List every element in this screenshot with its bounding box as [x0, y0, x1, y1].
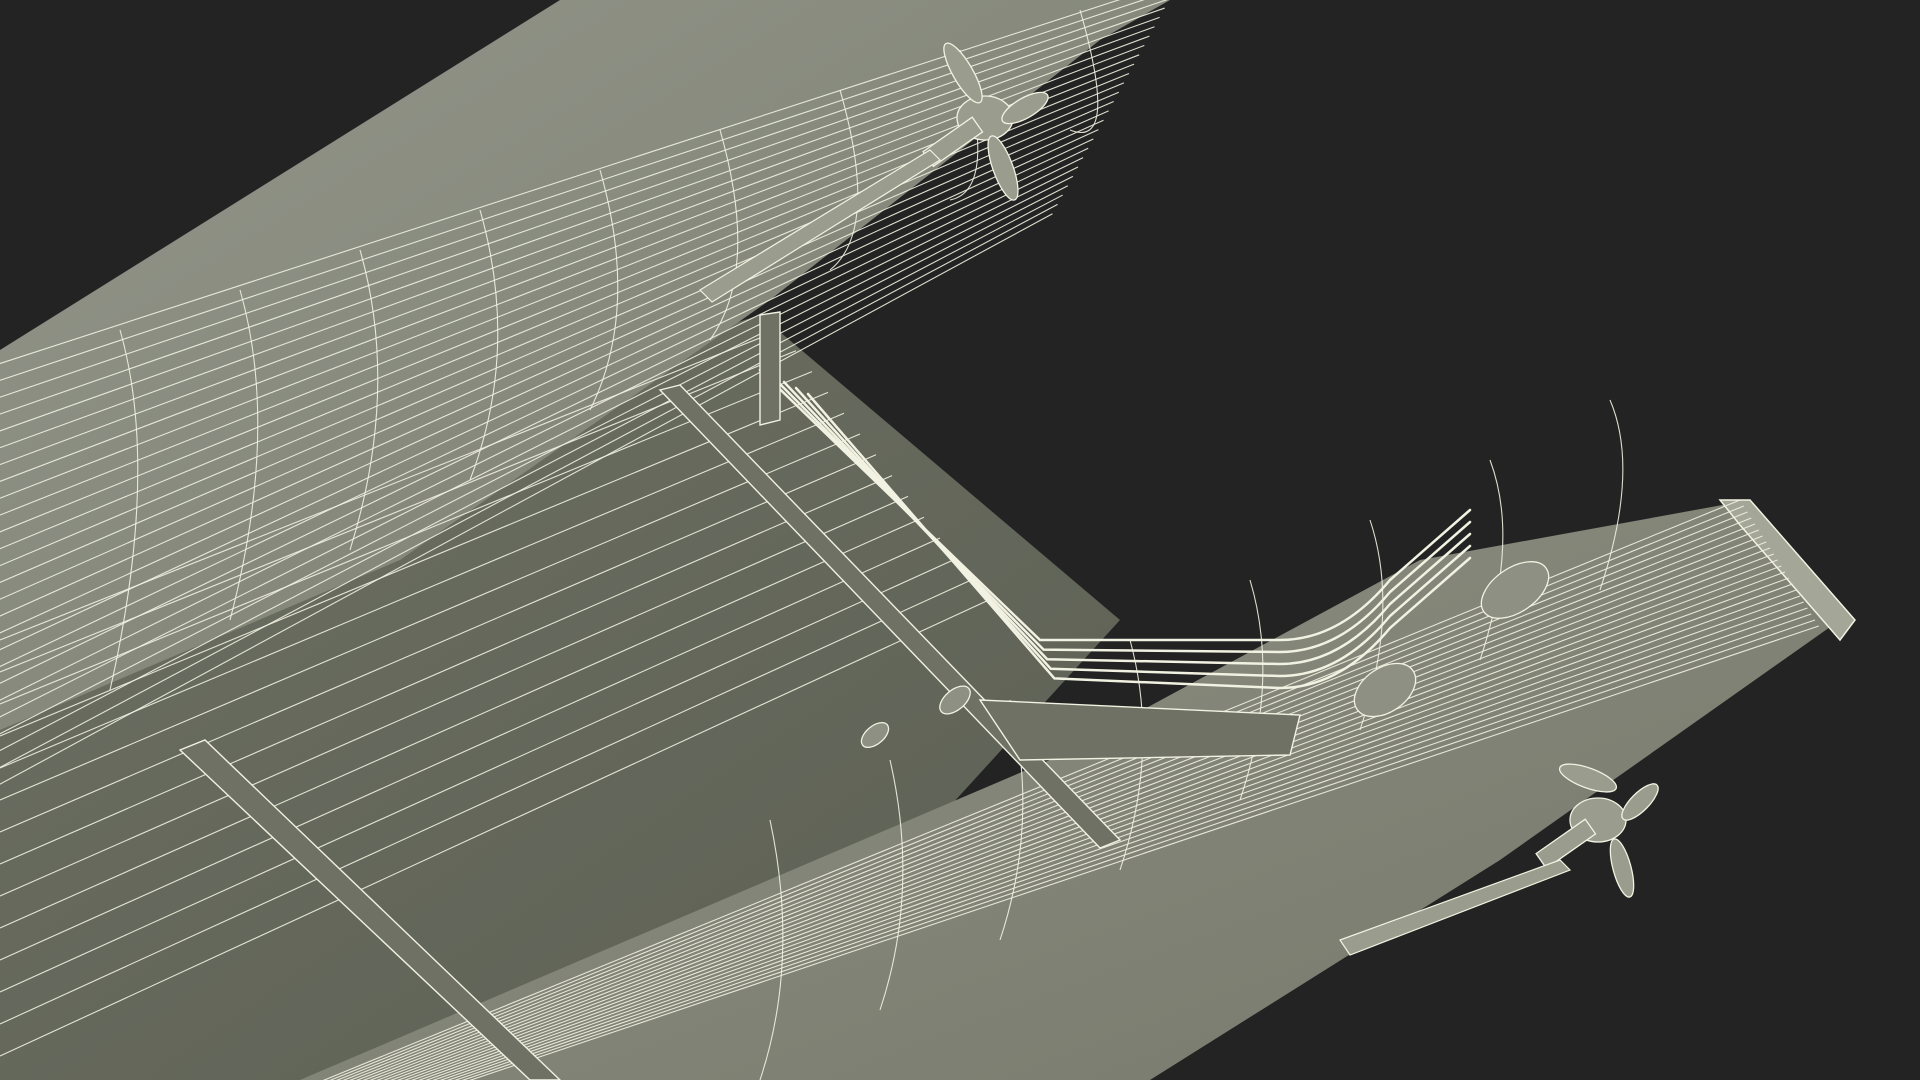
wireframe-scene: [0, 0, 1856, 1080]
cross-beam: [759, 311, 781, 426]
render-viewport: [0, 0, 1920, 1080]
